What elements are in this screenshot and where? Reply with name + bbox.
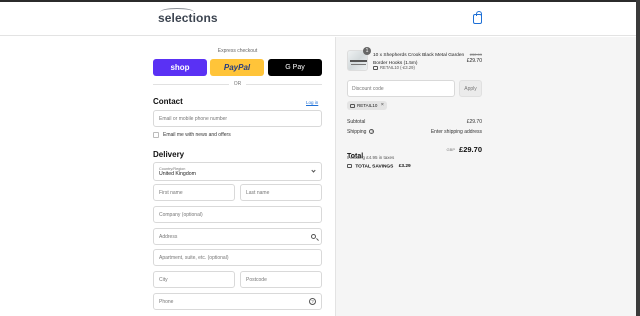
order-summary-panel bbox=[335, 37, 636, 316]
applied-discount-code: RETAIL10 bbox=[357, 103, 378, 108]
help-icon[interactable]: ? bbox=[369, 129, 375, 135]
phone-placeholder: Phone bbox=[159, 298, 174, 305]
product-old-price: £32.99 bbox=[469, 52, 482, 57]
quantity-badge: 1 bbox=[363, 47, 371, 55]
phone-field[interactable]: Phone ? bbox=[153, 293, 322, 310]
subtotal-label: Subtotal bbox=[347, 119, 366, 125]
total-row: Total GBP £29.70 bbox=[347, 145, 482, 163]
currency-code: GBP bbox=[446, 147, 455, 152]
tag-icon bbox=[350, 103, 355, 108]
shipping-label: Shipping bbox=[347, 129, 367, 135]
total-savings: TOTAL SAVINGS £3.29 bbox=[347, 164, 411, 169]
remove-discount-icon[interactable]: × bbox=[381, 102, 384, 109]
news-checkbox-label: Email me with news and offers bbox=[163, 132, 231, 138]
delivery-heading: Delivery bbox=[153, 150, 185, 159]
contact-heading: Contact bbox=[153, 97, 183, 106]
shipping-value: Enter shipping address bbox=[430, 129, 482, 135]
express-checkout-title: Express checkout bbox=[217, 48, 258, 54]
discount-code-input[interactable]: Discount code bbox=[347, 80, 455, 97]
help-icon[interactable]: ? bbox=[309, 298, 316, 305]
total-savings-value: £3.29 bbox=[398, 164, 411, 170]
tag-icon bbox=[347, 164, 352, 168]
subtotal-value: £29.70 bbox=[466, 119, 482, 125]
or-divider: OR bbox=[153, 81, 322, 87]
applied-discount-chip: RETAIL10 × bbox=[347, 101, 387, 110]
taxes-note: Including £4.95 in taxes bbox=[347, 155, 395, 160]
chevron-down-icon bbox=[311, 168, 316, 173]
shipping-row: Shipping? Enter shipping address bbox=[347, 129, 482, 135]
search-icon bbox=[311, 234, 316, 239]
apply-button[interactable]: Apply bbox=[459, 80, 482, 97]
city-field[interactable]: City bbox=[153, 271, 235, 288]
postcode-field[interactable]: Postcode bbox=[240, 271, 322, 288]
last-name-field[interactable]: Last name bbox=[240, 184, 322, 201]
google-pay-button[interactable]: G Pay bbox=[268, 59, 322, 76]
shopping-bag-icon[interactable] bbox=[473, 11, 482, 24]
news-checkbox[interactable] bbox=[153, 132, 159, 138]
first-name-field[interactable]: First name bbox=[153, 184, 235, 201]
login-link[interactable]: Log in bbox=[306, 100, 318, 105]
address-placeholder: Address bbox=[159, 233, 178, 240]
paypal-button[interactable]: PayPal bbox=[210, 59, 264, 76]
product-discount: RETAIL10 (-£3.29) bbox=[373, 65, 415, 70]
total-savings-label: TOTAL SAVINGS bbox=[355, 164, 394, 170]
address-field[interactable]: Address bbox=[153, 228, 322, 245]
subtotal-row: Subtotal £29.70 bbox=[347, 119, 482, 125]
product-discount-text: RETAIL10 (-£3.29) bbox=[380, 65, 415, 70]
apartment-field[interactable]: Apartment, suite, etc. (optional) bbox=[153, 249, 322, 266]
product-price: £29.70 bbox=[466, 58, 482, 64]
total-value: £29.70 bbox=[459, 145, 482, 154]
site-header: selections bbox=[0, 2, 636, 36]
country-select[interactable]: Country/Region United Kingdom bbox=[153, 162, 322, 181]
window-right-edge bbox=[636, 0, 640, 316]
company-field[interactable]: Company (optional) bbox=[153, 206, 322, 223]
store-logo[interactable]: selections bbox=[158, 11, 218, 25]
country-value: United Kingdom bbox=[159, 170, 196, 177]
email-field[interactable]: Email or mobile phone number bbox=[153, 110, 322, 127]
shop-pay-button[interactable]: shop bbox=[153, 59, 207, 76]
tag-icon bbox=[373, 65, 378, 70]
